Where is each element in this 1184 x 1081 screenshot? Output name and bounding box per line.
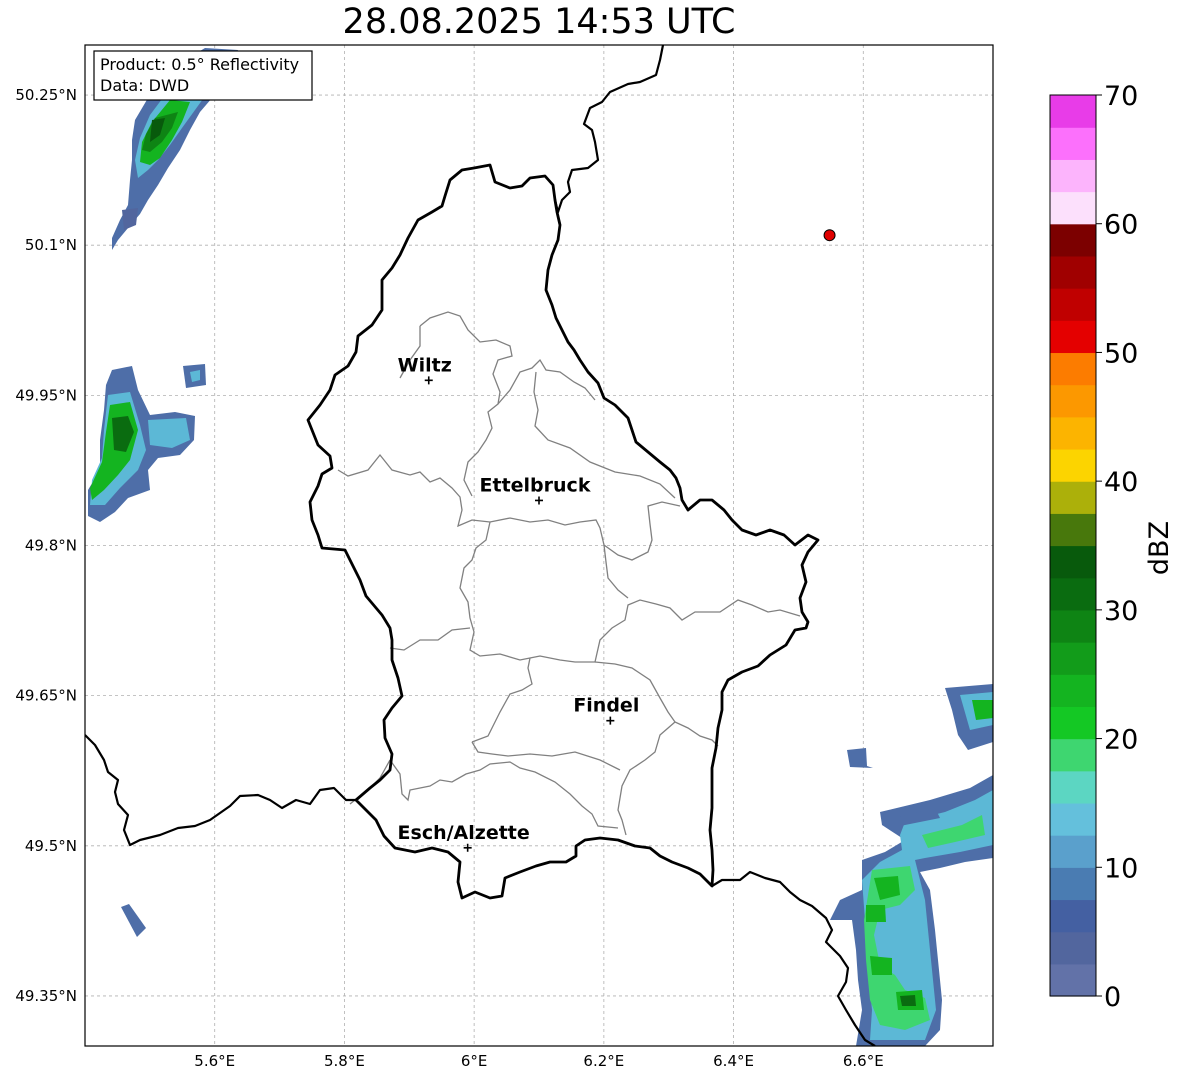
colorbar-swatch — [1050, 448, 1096, 482]
colorbar-swatch — [1050, 159, 1096, 193]
colorbar-tick-label: 20 — [1104, 725, 1138, 756]
colorbar-swatch — [1050, 706, 1096, 740]
colorbar-swatch — [1050, 642, 1096, 675]
city-cross-icon — [463, 843, 472, 852]
lon-tick-label: 5.8°E — [324, 1052, 365, 1070]
germany-belgium-border — [553, 45, 665, 214]
city-label: Findel — [573, 695, 639, 717]
city-cross-icon — [606, 716, 615, 725]
colorbar-swatch — [1050, 931, 1096, 965]
colorbar-tick-label: 70 — [1104, 81, 1138, 112]
city-cross-icon — [424, 376, 433, 385]
city-label: Esch/Alzette — [398, 822, 530, 844]
lon-tick-label: 6.2°E — [583, 1052, 624, 1070]
colorbar-swatch — [1050, 835, 1096, 868]
colorbar-swatch — [1050, 802, 1096, 836]
info-product: Product: 0.5° Reflectivity — [100, 55, 299, 74]
info-data-source: Data: DWD — [100, 76, 189, 95]
lat-tick-label: 49.5°N — [25, 837, 77, 855]
colorbar-swatch — [1050, 577, 1096, 611]
lon-tick-label: 5.6°E — [194, 1052, 235, 1070]
colorbar-swatch — [1050, 416, 1096, 450]
colorbar-swatch — [1050, 770, 1096, 804]
radar-echo-sw — [121, 904, 146, 937]
radar-echoes — [88, 48, 993, 1046]
colorbar-tick-label: 40 — [1104, 467, 1138, 498]
lat-tick-label: 49.65°N — [15, 687, 77, 705]
colorbar-tick-label: 10 — [1104, 853, 1138, 884]
belgium-france-border — [85, 734, 356, 847]
borders — [85, 45, 876, 1046]
lat-tick-label: 49.35°N — [15, 987, 77, 1005]
radar-echo-w — [88, 364, 206, 522]
city-marker: Findel — [573, 695, 639, 725]
colorbar-label: dBZ — [1144, 521, 1175, 575]
city-marker: Esch/Alzette — [398, 822, 530, 852]
colorbar-swatch — [1050, 95, 1096, 128]
lat-tick-label: 50.1°N — [25, 236, 77, 254]
colorbar-swatch — [1050, 255, 1096, 289]
colorbar-swatch — [1050, 320, 1096, 354]
lat-tick-label: 49.95°N — [15, 386, 77, 404]
city-label: Ettelbruck — [480, 474, 591, 496]
radar-site-marker — [823, 229, 836, 242]
lat-tick-label: 50.25°N — [15, 86, 77, 104]
colorbar-swatch — [1050, 384, 1096, 418]
city-marker: Ettelbruck — [480, 474, 591, 505]
district-boundaries — [337, 311, 801, 836]
city-marker: Wiltz — [398, 354, 452, 385]
info-box: Product: 0.5° Reflectivity Data: DWD — [93, 50, 313, 101]
radar-echo-se — [830, 684, 993, 1046]
colorbar-swatch — [1050, 545, 1096, 579]
city-cross-icon — [535, 496, 543, 505]
colorbar-swatch — [1050, 513, 1096, 547]
colorbar: 0 10 20 30 40 50 60 70 dBZ — [1049, 81, 1175, 1013]
colorbar-swatch — [1050, 899, 1096, 933]
axis-ticks: 50.25°N 50.1°N 49.95°N 49.8°N 49.65°N 49.5°N 4… — [15, 86, 883, 1070]
colorbar-swatch — [1050, 963, 1096, 997]
colorbar-swatch — [1050, 191, 1096, 225]
colorbar-swatch — [1050, 352, 1096, 386]
colorbar-swatch — [1050, 288, 1096, 321]
city-markers: Wiltz Ettelbruck Findel Esch/Alzette — [398, 229, 836, 852]
colorbar-tick-label: 60 — [1104, 210, 1138, 241]
city-label: Wiltz — [398, 354, 452, 376]
lon-tick-label: 6°E — [461, 1052, 488, 1070]
colorbar-swatch — [1050, 867, 1096, 901]
colorbar-tick-label: 50 — [1104, 338, 1138, 369]
lon-tick-label: 6.4°E — [713, 1052, 754, 1070]
lat-tick-label: 49.8°N — [25, 537, 77, 555]
colorbar-swatch — [1050, 481, 1096, 514]
lon-tick-label: 6.6°E — [843, 1052, 884, 1070]
colorbar-tick-label: 30 — [1104, 596, 1138, 627]
colorbar-swatch — [1050, 127, 1096, 160]
colorbar-swatch — [1050, 674, 1096, 707]
radar-map: Wiltz Ettelbruck Findel Esch/Alzette Produc… — [15, 44, 1175, 1070]
colorbar-swatch — [1050, 223, 1096, 257]
colorbar-tick-label: 0 — [1104, 982, 1121, 1013]
colorbar-swatch — [1050, 609, 1096, 643]
colorbar-swatch — [1050, 738, 1096, 772]
